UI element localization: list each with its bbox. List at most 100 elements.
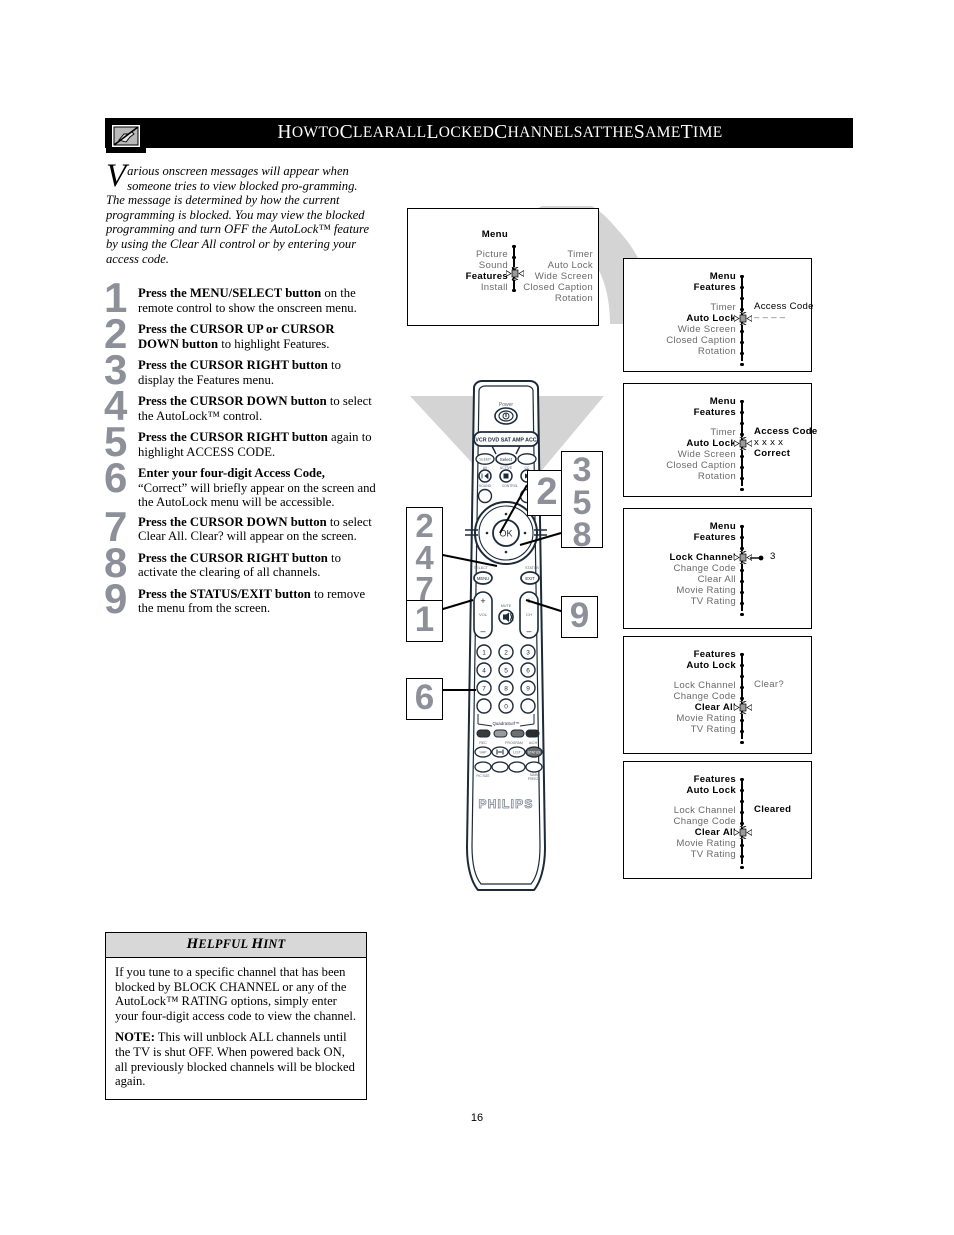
page-number: 16 [470,1112,484,1124]
osd-right-value-2-0: 3 [770,551,776,562]
svg-text:1: 1 [482,650,486,657]
hint-note-label: NOTE: [115,1030,155,1045]
osd-item-2-2: Clear All [697,574,736,585]
svg-text:7: 7 [482,686,486,693]
osd-item-1-3: Closed Caption [666,460,736,471]
svg-text:–: – [526,626,531,636]
osd-item-2-1: Change Code [673,563,736,574]
osd-breadcrumb-3-1: Auto Lock [686,660,736,671]
osd-breadcrumb-2-0: Menu [709,521,736,532]
intro-paragraph: Various onscreen messages will appear wh… [106,158,370,266]
osd-item-3-2: Clear All [694,702,736,713]
step-item-3: 3 Press the CURSOR RIGHT button to displa… [104,349,376,391]
svg-text:3: 3 [526,650,530,657]
svg-text:PHILIPS: PHILIPS [478,797,533,811]
callout-digit: 4 [415,538,434,576]
osd-top-right-widescreen: Wide Screen [534,271,593,282]
step-item-1: 1 Press the MENU/SELECT button on the rem… [104,277,376,319]
osd-item-3-1: Change Code [673,691,736,702]
svg-text:8: 8 [504,686,508,693]
osd-main-menu: Menu Picture Sound Features Install Time… [407,208,599,326]
osd-item-4-0: Lock Channel [673,805,736,816]
svg-text:Power: Power [499,402,514,408]
osd-box-access-code-empty: Menu Features Timer Auto Lock Wide Screen Clo… [623,258,814,372]
osd-breadcrumb-2-1: Features [693,532,736,543]
svg-text:+: + [480,596,485,606]
osd-item-0-4: Rotation [697,346,736,357]
svg-text:SELECT: SELECT [474,566,489,570]
callout-step-6: 6 [406,678,443,720]
svg-text:MUTE: MUTE [501,604,512,608]
page-title: H OW TO C LEAR ALL L OCKED C HANNELS AT THE … [277,122,723,143]
callout-step-1: 1 [406,600,443,642]
step-item-5: 5 Press the CURSOR RIGHT button again to … [104,421,376,463]
svg-text:CH: CH [526,612,532,617]
svg-text:PIC SIZE: PIC SIZE [476,774,489,778]
osd-item-0-0: Timer [710,302,736,313]
osd-item-0-3: Closed Caption [666,335,736,346]
svg-text:–: – [480,626,485,636]
step-number-9: 9 [104,574,128,622]
hint-paragraph-1: If you tune to a specific channel that h… [115,965,357,1023]
osd-box-lock-channel: Menu Features Lock Channel Change Code Clear… [623,508,812,629]
svg-text:SAP: SAP [479,751,487,755]
step-text-8: Press the CURSOR RIGHT button to activat… [138,550,341,580]
osd-right-arrow-2 [750,555,764,561]
osd-box-cleared-confirm: Features Auto Lock Lock Channel Change Code… [623,761,812,879]
osd-cursor-pad-1 [733,436,753,451]
helpful-hint-title: HELPFUL HINT [106,933,366,958]
osd-right-value-1-2: Correct [754,448,791,459]
callout-step-247: 247 [406,507,443,605]
step-text-2: Press the CURSOR UP or CURSOR DOWN butto… [138,322,335,351]
osd-cursor-pad-2 [733,550,753,565]
svg-text:Select: Select [500,457,513,462]
osd-breadcrumb-1-1: Features [693,407,736,418]
svg-text:MENU: MENU [477,576,489,581]
osd-box-access-code-correct: Menu Features Timer Auto Lock Wide Screen Clo… [623,383,817,497]
osd-item-4-3: Movie Rating [676,838,736,849]
osd-item-1-2: Wide Screen [677,449,736,460]
steps-list: 1 Press the MENU/SELECT button on the rem… [104,277,376,622]
svg-text:2: 2 [504,650,508,657]
osd-item-1-1: Auto Lock [686,438,736,449]
step-text-4: Press the CURSOR DOWN button to select t… [138,394,372,423]
osd-spine-4 [740,778,744,870]
blocked-tv-icon [106,119,146,153]
osd-spine-2 [740,525,744,617]
osd-right-value-0-1: – – – – [754,312,786,323]
svg-text:4: 4 [482,668,486,675]
osd-cursor-pad-3 [733,700,753,715]
osd-item-4-1: Change Code [673,816,736,827]
osd-item-0-1: Auto Lock [686,313,736,324]
svg-text:QuadraSurf™: QuadraSurf™ [492,721,519,726]
osd-top-right-timer: Timer [567,249,593,260]
helpful-hint-box: HELPFUL HINT If you tune to a specific c… [105,932,367,1100]
osd-right-value-1-0: Access Code [754,426,818,437]
svg-text:REC: REC [479,741,487,745]
osd-box-clear-all-prompt: Features Auto Lock Lock Channel Change Code… [623,636,812,754]
osd-top-right-closedcaption: Closed Caption [523,282,593,293]
step-item-7: 7 Press the CURSOR DOWN button to select … [104,505,376,547]
osd-cursor-pad-4 [733,825,753,840]
svg-text:A/CH: A/CH [529,741,538,745]
osd-right-value-4-0: Cleared [754,804,792,815]
callout-digit: 2 [415,507,434,544]
osd-item-1-0: Timer [710,427,736,438]
step-text-6: Enter your four-digit Access Code, “Corr… [138,466,376,510]
osd-breadcrumb-0-0: Menu [709,271,736,282]
osd-right-value-3-0: Clear? [754,679,785,690]
intro-dropcap: V [106,158,127,194]
callout-digit: 8 [572,516,592,555]
osd-item-3-0: Lock Channel [673,680,736,691]
osd-breadcrumb-4-1: Auto Lock [686,785,736,796]
osd-breadcrumb-1-0: Menu [709,396,736,407]
svg-text:CONTROL: CONTROL [502,484,519,488]
intro-text: arious onscreen messages will appear whe… [106,164,370,266]
svg-text:0: 0 [504,704,508,711]
step-text-7: Press the CURSOR DOWN button to select C… [138,514,372,544]
osd-item-1-4: Rotation [697,471,736,482]
svg-text:VCR DVD SAT AMP ACC: VCR DVD SAT AMP ACC [475,438,536,444]
manual-page: H OW TO C LEAR ALL L OCKED C HANNELS AT THE … [0,0,954,1235]
svg-text:PROGRAM: PROGRAM [505,741,523,745]
callout-step-9: 9 [561,596,598,638]
